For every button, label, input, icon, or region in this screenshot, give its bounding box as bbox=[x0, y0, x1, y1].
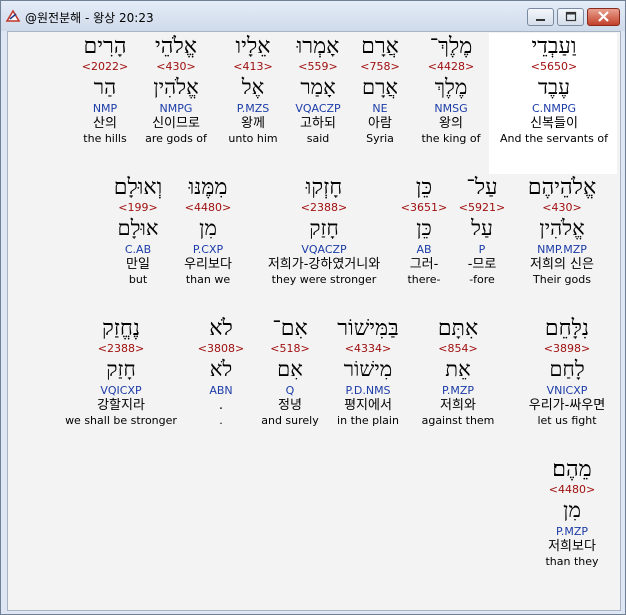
strong-number: <2388> bbox=[97, 342, 145, 355]
word-block[interactable]: הָרִים <2022> הַר NMP 산의 the hills bbox=[35, 34, 175, 146]
parsing-code: VQICXP bbox=[100, 384, 142, 397]
hebrew-lemma: מִן bbox=[563, 498, 581, 522]
korean-gloss: 만일 bbox=[126, 257, 150, 272]
hebrew-word: וְאוּלָם bbox=[113, 175, 163, 200]
hebrew-lemma: חָזַק bbox=[106, 357, 136, 381]
maximize-button[interactable] bbox=[557, 8, 584, 26]
hebrew-word: מֵהֶם׃ bbox=[552, 457, 592, 482]
word-block[interactable]: נֶחֱזַק <2388> חָזַק VQICXP 강할지라 we shall be … bbox=[51, 316, 191, 428]
app-window: @원전분해 - 왕상 20:23 וַעַבְדֵי <5650> עֶבֶד C.N… bbox=[0, 0, 626, 615]
english-gloss: than they bbox=[545, 555, 599, 568]
interlinear-panel[interactable]: וַעַבְדֵי <5650> עֶבֶד C.NMPG 신복들이 And the se… bbox=[7, 31, 621, 611]
english-gloss: we shall be stronger bbox=[65, 414, 177, 427]
hebrew-lemma: הַר bbox=[93, 75, 117, 99]
english-gloss: but bbox=[128, 273, 148, 286]
parsing-code: P.MZP bbox=[555, 525, 589, 538]
bible-app-icon[interactable] bbox=[5, 8, 21, 24]
word-block[interactable]: מֵהֶם׃ <4480> מִן P.MZP 저희보다 than they bbox=[502, 457, 620, 569]
parsing-code: C.AB bbox=[124, 243, 152, 256]
english-gloss: the hills bbox=[83, 132, 127, 145]
korean-gloss: 저희보다 bbox=[548, 539, 596, 554]
minimize-icon bbox=[536, 19, 545, 21]
hebrew-word: הָרִים bbox=[83, 34, 127, 59]
korean-gloss: 산의 bbox=[93, 116, 117, 131]
parsing-code: NMP bbox=[92, 102, 118, 115]
strong-number: <4480> bbox=[548, 483, 596, 496]
window-title: @원전분해 - 왕상 20:23 bbox=[25, 11, 154, 25]
strong-number: <199> bbox=[118, 201, 158, 214]
hebrew-word: נֶחֱזַק bbox=[101, 316, 141, 341]
strong-number: <2022> bbox=[81, 60, 129, 73]
close-icon bbox=[598, 11, 609, 22]
hebrew-lemma: אוּלָם bbox=[117, 216, 159, 240]
maximize-icon bbox=[565, 11, 577, 22]
close-button[interactable] bbox=[587, 8, 620, 26]
minimize-button[interactable] bbox=[527, 8, 554, 26]
word-block[interactable]: וְאוּלָם <199> אוּלָם C.AB 만일 but bbox=[68, 175, 208, 287]
title-bar[interactable]: @원전분해 - 왕상 20:23 bbox=[1, 1, 625, 31]
korean-gloss: 강할지라 bbox=[97, 398, 145, 413]
